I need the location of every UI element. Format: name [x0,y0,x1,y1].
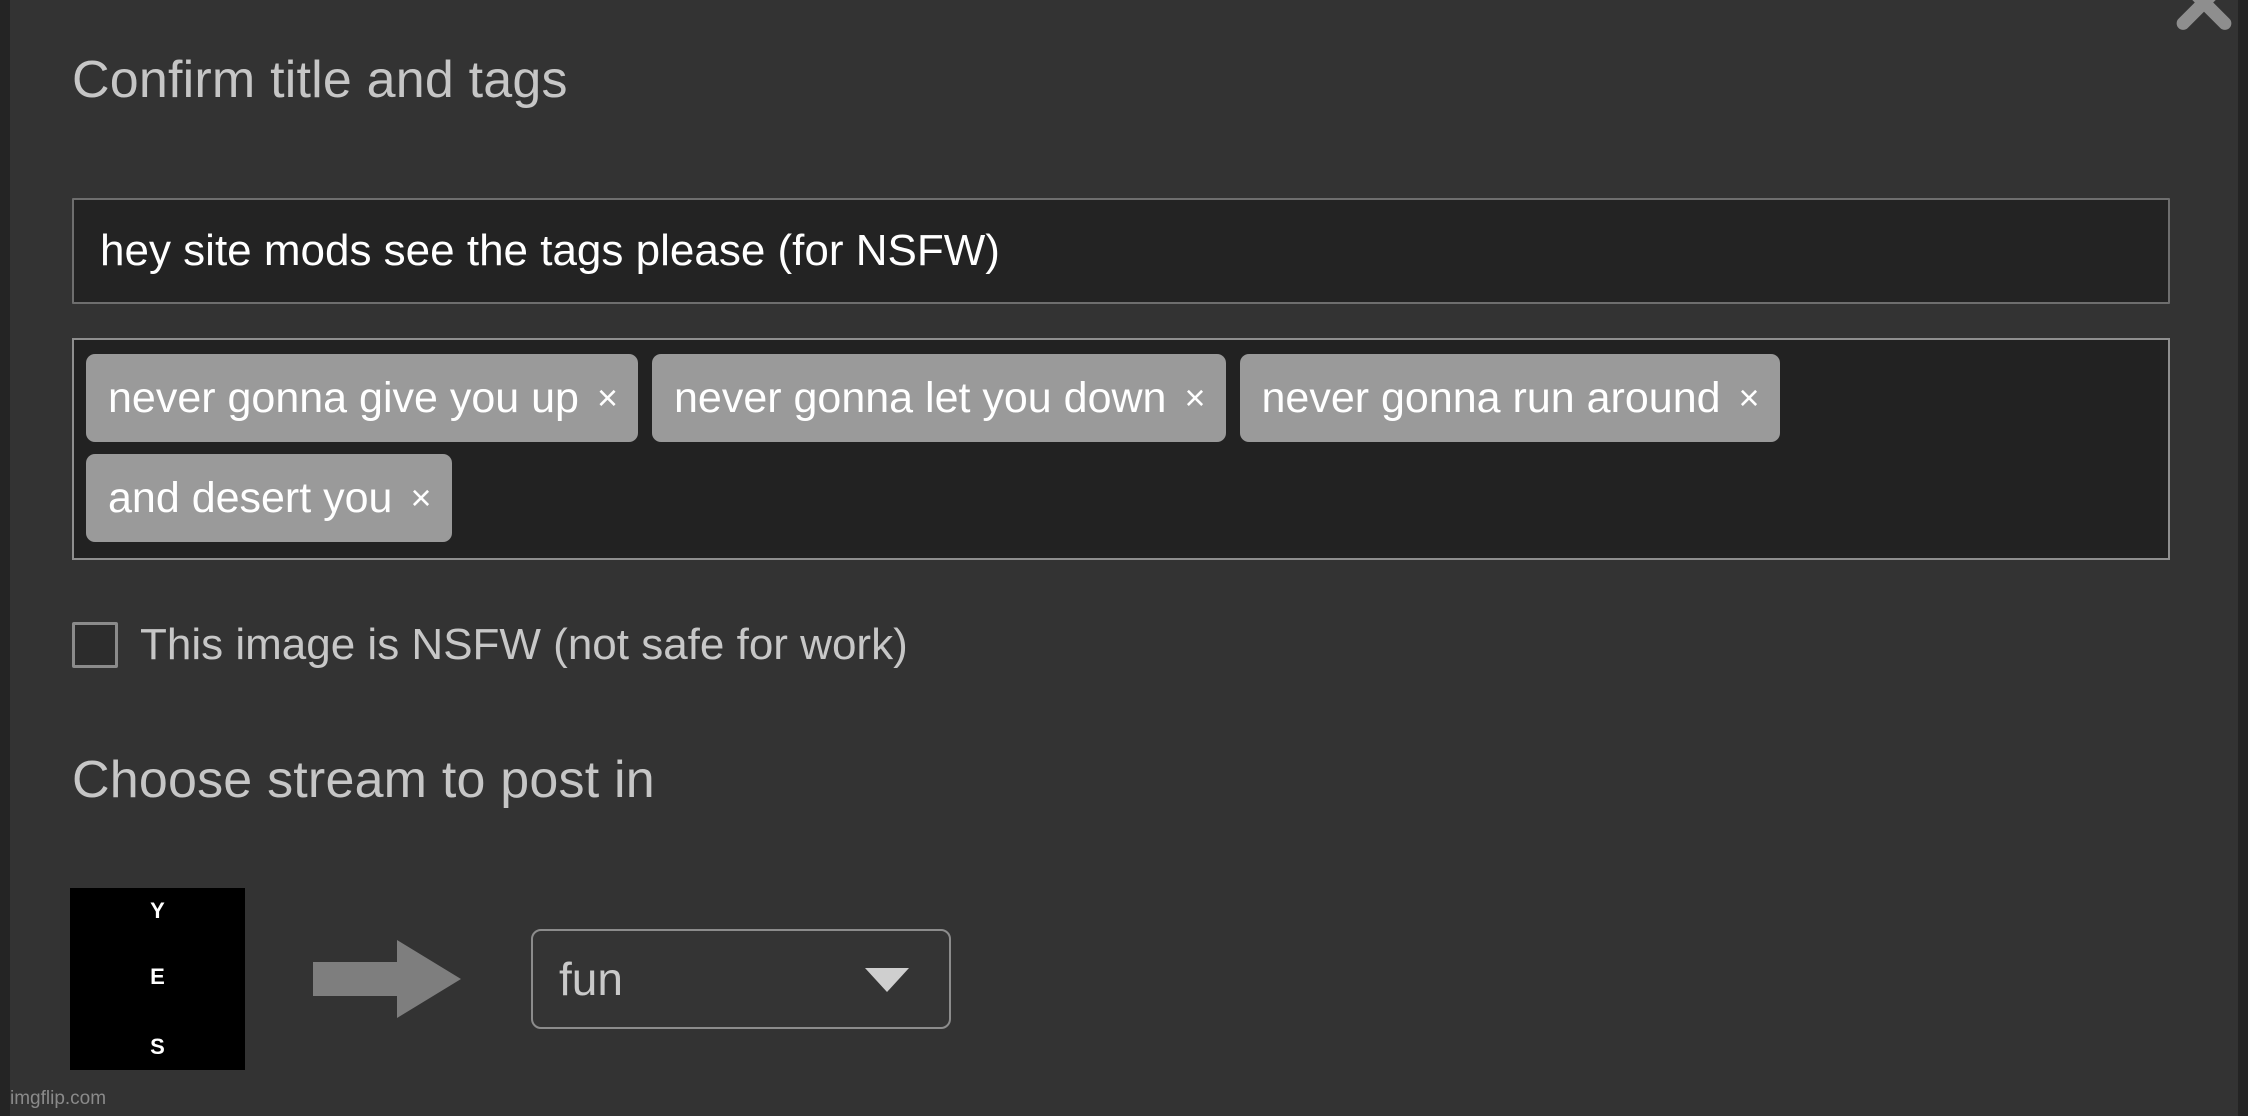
right-arrow-icon [313,940,461,1018]
nsfw-checkbox-row[interactable]: This image is NSFW (not safe for work) [72,620,908,670]
thumbnail-text-line-2: E [150,964,165,989]
tag-chip[interactable]: never gonna run around × [1239,354,1780,442]
stream-section-heading: Choose stream to post in [72,751,655,809]
stream-selection-row: Y E S fun [70,888,951,1070]
tags-input-container[interactable]: never gonna give you up × never gonna le… [72,338,2170,560]
title-input[interactable] [72,198,2170,304]
tag-label: and desert you [108,473,393,522]
tag-label: never gonna give you up [108,373,579,422]
nsfw-checkbox[interactable] [72,622,118,668]
tag-chip[interactable]: never gonna give you up × [86,354,638,442]
tag-remove-icon[interactable]: × [597,380,618,416]
meme-thumbnail[interactable]: Y E S [70,888,245,1070]
stream-select[interactable]: fun [531,929,951,1029]
page-title: Confirm title and tags [72,51,568,109]
tag-chip[interactable]: and desert you × [86,454,452,542]
right-edge-strip [2238,0,2248,1116]
imgflip-confirm-dialog: Confirm title and tags never gonna give … [0,0,2248,1116]
nsfw-label: This image is NSFW (not safe for work) [140,620,908,669]
tag-chip[interactable]: never gonna let you down × [652,354,1226,442]
thumbnail-text-line-3: S [150,1034,165,1059]
stream-select-wrapper: fun [531,929,951,1029]
imgflip-watermark: imgflip.com [10,1088,107,1109]
close-x-icon[interactable] [2160,0,2248,46]
tag-label: never gonna let you down [674,373,1167,422]
tag-label: never gonna run around [1261,373,1721,422]
tag-remove-icon[interactable]: × [1184,380,1205,416]
stream-select-value: fun [559,953,623,1005]
thumbnail-text-line-1: Y [150,898,165,923]
tag-remove-icon[interactable]: × [1739,380,1760,416]
tag-remove-icon[interactable]: × [410,480,431,516]
left-edge-strip [0,0,10,1116]
